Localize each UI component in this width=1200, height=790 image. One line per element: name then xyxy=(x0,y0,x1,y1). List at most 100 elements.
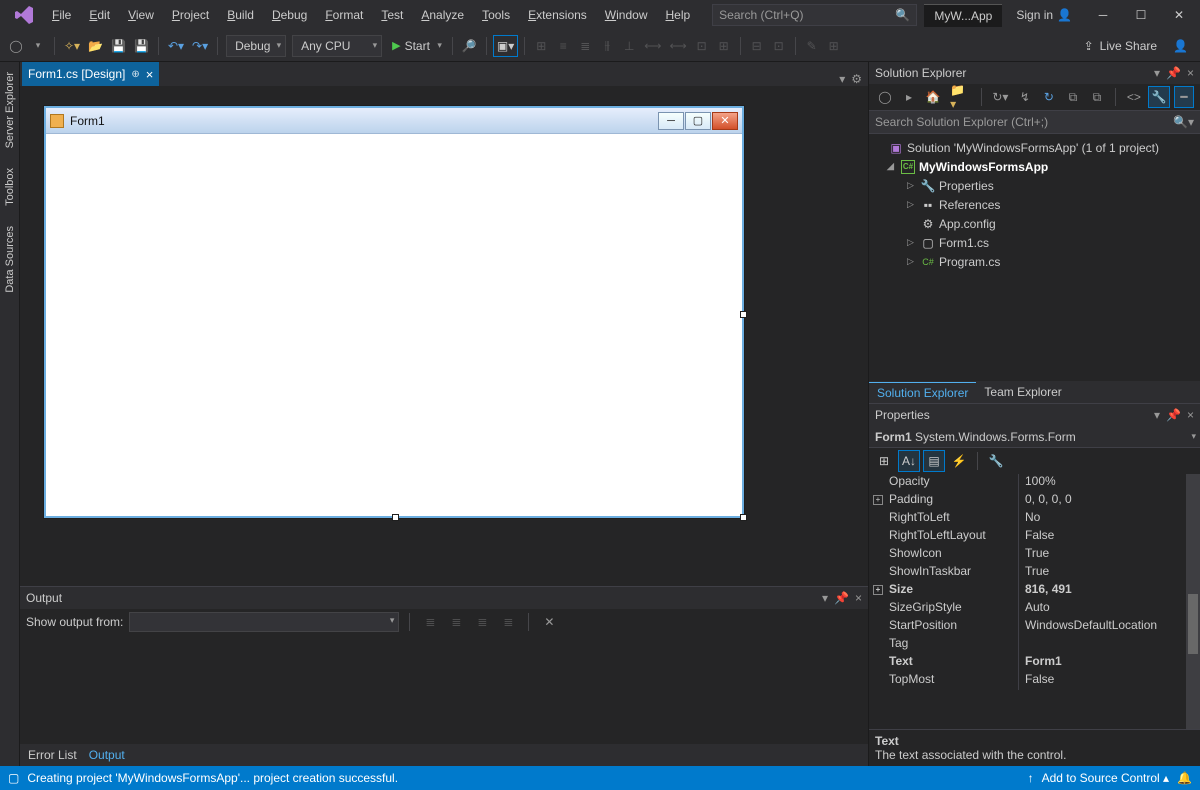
doc-tab-form1[interactable]: Form1.cs [Design] ⊕ × xyxy=(22,62,159,86)
align-btn-2[interactable]: ≡ xyxy=(553,35,573,57)
sol-fwd-icon[interactable]: ▸ xyxy=(899,86,919,108)
sol-refresh-icon[interactable]: ↻▾ xyxy=(990,86,1011,108)
solution-search-input[interactable]: Search Solution Explorer (Ctrl+;) 🔍▾ xyxy=(869,110,1200,134)
prop-row-showintaskbar[interactable]: ShowInTaskbarTrue xyxy=(869,564,1200,582)
menu-build[interactable]: Build xyxy=(219,4,262,26)
menu-tools[interactable]: Tools xyxy=(474,4,518,26)
prop-row-tag[interactable]: Tag xyxy=(869,636,1200,654)
start-button[interactable]: ▶ Start xyxy=(386,35,446,57)
sol-wrench-icon[interactable]: 🔧 xyxy=(1148,86,1170,108)
align-btn-6[interactable]: ⟷ xyxy=(641,35,664,57)
out-btn-2[interactable]: ≣ xyxy=(446,611,466,633)
sol-show-icon[interactable]: ⧉ xyxy=(1087,86,1107,108)
expand-icon[interactable]: + xyxy=(873,585,883,595)
props-dropdown-icon[interactable]: ▾ xyxy=(1154,408,1160,422)
tree-properties[interactable]: ▷ 🔧 Properties xyxy=(871,176,1198,195)
prop-row-opacity[interactable]: Opacity100% xyxy=(869,474,1200,492)
sol-pin-icon[interactable]: 📌 xyxy=(1166,66,1181,80)
menu-format[interactable]: Format xyxy=(317,4,371,26)
align-btn-7[interactable]: ⟷ xyxy=(666,35,689,57)
platform-combo[interactable]: Any CPU xyxy=(292,35,382,57)
feedback-icon[interactable]: 👤 xyxy=(1173,39,1188,53)
tree-program[interactable]: ▷ C# Program.cs xyxy=(871,252,1198,271)
menu-view[interactable]: View xyxy=(120,4,162,26)
publish-icon[interactable]: ↑ xyxy=(1028,771,1034,785)
out-btn-1[interactable]: ≣ xyxy=(420,611,440,633)
close-button[interactable]: ✕ xyxy=(1162,1,1196,29)
save-button[interactable]: 💾 xyxy=(108,35,129,57)
notification-icon[interactable]: 🔔 xyxy=(1177,771,1192,785)
categorized-icon[interactable]: ⊞ xyxy=(873,450,895,472)
order-btn-2[interactable]: ⊡ xyxy=(769,35,789,57)
sol-sync-icon[interactable]: 📁▾ xyxy=(947,86,973,108)
minimize-button[interactable]: ─ xyxy=(1086,1,1120,29)
open-button[interactable]: 📂 xyxy=(85,35,106,57)
tree-solution-root[interactable]: ▣ Solution 'MyWindowsFormsApp' (1 of 1 p… xyxy=(871,138,1198,157)
order-btn-1[interactable]: ⊟ xyxy=(747,35,767,57)
pin-icon[interactable]: ⊕ xyxy=(131,69,139,80)
tree-references[interactable]: ▷ ▪▪ References xyxy=(871,195,1198,214)
properties-icon[interactable]: ▤ xyxy=(923,450,945,472)
prop-row-sizegripstyle[interactable]: SizeGripStyleAuto xyxy=(869,600,1200,618)
sol-refresh2-icon[interactable]: ↻ xyxy=(1039,86,1059,108)
menu-debug[interactable]: Debug xyxy=(264,4,315,26)
config-combo[interactable]: Debug xyxy=(226,35,286,57)
save-all-button[interactable]: 💾 xyxy=(131,35,152,57)
source-control-button[interactable]: Add to Source Control ▴ xyxy=(1042,771,1169,785)
side-tab-server-explorer[interactable]: Server Explorer xyxy=(2,68,18,152)
align-btn-5[interactable]: ⊥ xyxy=(619,35,639,57)
search-input[interactable]: Search (Ctrl+Q) 🔍 xyxy=(712,4,917,26)
sol-code-icon[interactable]: <> xyxy=(1124,86,1144,108)
attach-button[interactable]: 🔎 xyxy=(459,35,480,57)
sign-in-button[interactable]: Sign in 👤 xyxy=(1006,4,1082,26)
side-tab-toolbox[interactable]: Toolbox xyxy=(2,164,18,210)
tab-team-explorer[interactable]: Team Explorer xyxy=(976,382,1069,402)
resize-handle-e[interactable] xyxy=(740,311,747,318)
close-tab-icon[interactable]: × xyxy=(146,67,154,82)
prop-row-padding[interactable]: Padding+0, 0, 0, 0 xyxy=(869,492,1200,510)
menu-help[interactable]: Help xyxy=(657,4,698,26)
events-icon[interactable]: ⚡ xyxy=(948,450,970,472)
prop-row-showicon[interactable]: ShowIconTrue xyxy=(869,546,1200,564)
live-share-button[interactable]: ⇪ Live Share 👤 xyxy=(1078,39,1194,53)
tabs-dropdown-icon[interactable]: ▾ xyxy=(839,72,845,86)
property-object-combo[interactable]: Form1 System.Windows.Forms.Form xyxy=(869,426,1200,448)
out-btn-3[interactable]: ≣ xyxy=(472,611,492,633)
misc-btn-1[interactable]: ✎ xyxy=(802,35,822,57)
menu-test[interactable]: Test xyxy=(373,4,411,26)
sol-back-icon[interactable]: ◯ xyxy=(875,86,895,108)
nav-fwd-button[interactable]: ▾ xyxy=(28,35,48,57)
menu-window[interactable]: Window xyxy=(597,4,656,26)
nav-back-button[interactable]: ◯ xyxy=(6,35,26,57)
prop-row-righttoleftlayout[interactable]: RightToLeftLayoutFalse xyxy=(869,528,1200,546)
menu-analyze[interactable]: Analyze xyxy=(413,4,472,26)
prop-row-startposition[interactable]: StartPositionWindowsDefaultLocation xyxy=(869,618,1200,636)
chevron-right-icon[interactable]: ▷ xyxy=(907,256,917,267)
tree-appconfig[interactable]: ⚙ App.config xyxy=(871,214,1198,233)
out-btn-clear[interactable]: ✕ xyxy=(539,611,559,633)
sol-dropdown-icon[interactable]: ▾ xyxy=(1154,66,1160,80)
chevron-right-icon[interactable]: ▷ xyxy=(907,237,917,248)
misc-btn-2[interactable]: ⊞ xyxy=(824,35,844,57)
tree-form1[interactable]: ▷ ▢ Form1.cs xyxy=(871,233,1198,252)
prop-row-text[interactable]: TextForm1 xyxy=(869,654,1200,672)
form-preview[interactable]: Form1 ─ ▢ ✕ xyxy=(44,106,744,518)
props-close-icon[interactable]: × xyxy=(1187,408,1194,422)
menu-project[interactable]: Project xyxy=(164,4,217,26)
tree-project[interactable]: ◢ C# MyWindowsFormsApp xyxy=(871,157,1198,176)
align-btn-1[interactable]: ⊞ xyxy=(531,35,551,57)
designer-surface[interactable]: Form1 ─ ▢ ✕ xyxy=(20,86,868,586)
tab-output[interactable]: Output xyxy=(89,748,125,762)
chevron-down-icon[interactable]: ◢ xyxy=(887,161,897,172)
property-pages-icon[interactable]: 🔧 xyxy=(985,450,1007,472)
side-tab-data-sources[interactable]: Data Sources xyxy=(2,222,18,297)
menu-edit[interactable]: Edit xyxy=(81,4,118,26)
resize-handle-s[interactable] xyxy=(392,514,399,521)
menu-file[interactable]: File xyxy=(44,4,79,26)
expand-icon[interactable]: + xyxy=(873,495,883,505)
redo-button[interactable]: ↷▾ xyxy=(189,35,211,57)
chevron-right-icon[interactable]: ▷ xyxy=(907,180,917,191)
align-btn-9[interactable]: ⊞ xyxy=(714,35,734,57)
prop-row-size[interactable]: Size+816, 491 xyxy=(869,582,1200,600)
scrollbar[interactable] xyxy=(1186,474,1200,729)
